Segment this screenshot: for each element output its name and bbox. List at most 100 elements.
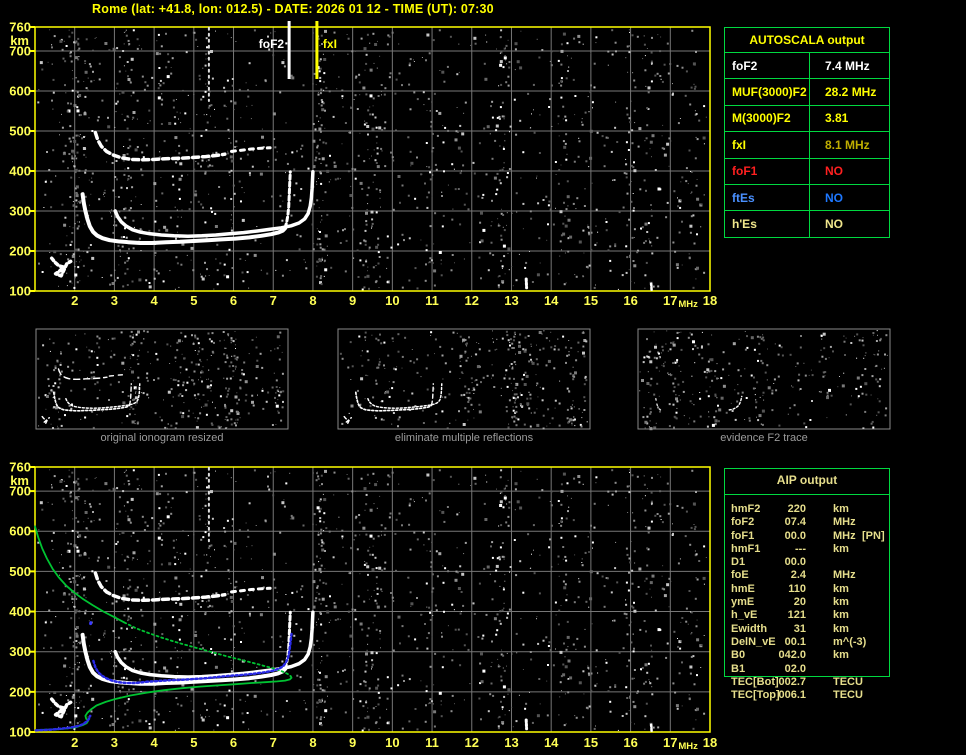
tick-label: km bbox=[10, 33, 29, 48]
aip-row-TEC[Bot]: TEC[Bot] 002.7 TECU bbox=[724, 676, 899, 689]
tick-label: 400 bbox=[9, 164, 31, 179]
aip-label: foF2 bbox=[731, 516, 755, 529]
aip-row-hmF1: hmF1 --- km bbox=[724, 543, 899, 556]
tick-label: 400 bbox=[9, 604, 31, 619]
tick-label: 100 bbox=[9, 284, 31, 299]
tick-label: 5 bbox=[190, 293, 197, 308]
aip-label: hmE bbox=[731, 582, 755, 595]
tick-label: 9 bbox=[349, 735, 356, 750]
aip-label: D1 bbox=[731, 556, 746, 569]
tick-label: 3 bbox=[111, 735, 118, 750]
aip-unit: TECU bbox=[833, 675, 863, 688]
aip-value: 121 bbox=[787, 609, 806, 622]
aip-value: 00.0 bbox=[784, 529, 806, 542]
tick-label: 17 bbox=[663, 735, 677, 750]
parameter-value: 3.81 bbox=[825, 111, 849, 126]
aip-unit: km bbox=[833, 609, 849, 622]
noise-speckles bbox=[639, 330, 888, 431]
tick-label: 4 bbox=[151, 735, 159, 750]
tick-label: 14 bbox=[544, 735, 559, 750]
evidence-left-dots bbox=[655, 398, 665, 412]
aip-unit: MHz bbox=[833, 516, 856, 529]
thumbnail-border bbox=[337, 328, 591, 430]
tick-label: 7 bbox=[270, 735, 277, 750]
tick-label: 12 bbox=[465, 293, 479, 308]
tick-label: 600 bbox=[9, 524, 31, 539]
aip-value: 042.0 bbox=[778, 649, 806, 662]
f2-o-cusp bbox=[283, 170, 292, 230]
aip-unit: m^(-3) bbox=[833, 635, 867, 648]
autoscala-output-table: AUTOSCALA output foF2 7.4 MHz MUF(3000)F2 2… bbox=[724, 27, 890, 238]
autoscala-row-fxI: fxI 8.1 MHz bbox=[725, 132, 889, 159]
tick-label: 11 bbox=[425, 293, 439, 308]
tick-label: 200 bbox=[9, 244, 31, 259]
autoscala-screen: { "title": "Rome (lat: +41.8, lon: 012.5… bbox=[0, 0, 966, 755]
tick-label: 6 bbox=[230, 293, 237, 308]
f2-second-hop-right bbox=[230, 586, 272, 594]
profile-mid bbox=[123, 621, 292, 678]
marker-label-foF2: foF2 bbox=[259, 37, 285, 51]
es-patch bbox=[41, 415, 51, 424]
tick-label: 13 bbox=[504, 735, 518, 750]
tick-label: 8 bbox=[309, 293, 316, 308]
parameter-name: foF1 bbox=[725, 158, 810, 184]
autoscala-row-foF2: foF2 7.4 MHz bbox=[725, 53, 889, 80]
tick-label: 12 bbox=[465, 735, 479, 750]
tick-label: 17 bbox=[663, 293, 677, 308]
aip-unit: km bbox=[833, 649, 849, 662]
tick-label: 13 bbox=[504, 293, 518, 308]
aip-row-ymE: ymE 20 km bbox=[724, 596, 899, 609]
axis-labels: 2 3 4 5 6 7 8 9 10 11 12 13 14 15 16 17 18MHz76070060050… bbox=[9, 20, 717, 311]
parameter-name: M(3000)F2 bbox=[725, 105, 810, 132]
tick-label: 9 bbox=[349, 293, 356, 308]
tick-label: 8 bbox=[309, 735, 316, 750]
marker-foF2: foF2 bbox=[259, 21, 291, 79]
aip-row-foE: foE 2.4 MHz bbox=[724, 569, 899, 582]
tick-label: 500 bbox=[9, 124, 31, 139]
aip-label: B1 bbox=[731, 662, 746, 675]
tick-label: 2 bbox=[71, 293, 78, 308]
axis-labels: 2 3 4 5 6 7 8 9 10 11 12 13 14 15 16 17 18MHz76070060050… bbox=[9, 460, 717, 753]
f2-second-hop-right bbox=[230, 146, 272, 153]
parameter-value: 7.4 MHz bbox=[825, 58, 870, 73]
tick-label: 300 bbox=[9, 204, 31, 219]
aip-row-foF1: foF1 00.0 MHz [PN] bbox=[724, 530, 899, 543]
aip-value: 002.7 bbox=[778, 675, 806, 688]
tick-label: 100 bbox=[9, 725, 31, 740]
aip-value: 00.0 bbox=[784, 556, 806, 569]
autoscala-table-header: AUTOSCALA output bbox=[725, 28, 889, 53]
f2-x-trace bbox=[367, 383, 443, 409]
tick-label: 14 bbox=[544, 293, 559, 308]
aip-label: ymE bbox=[731, 596, 755, 609]
scaled-trace-e bbox=[34, 714, 92, 732]
parameter-value: NO bbox=[825, 190, 843, 205]
f2-x-trace bbox=[113, 610, 315, 679]
thumbnail-label-eliminate: eliminate multiple reflections bbox=[394, 432, 534, 444]
aip-unit: km bbox=[833, 503, 849, 515]
f2-o-cusp bbox=[430, 383, 434, 406]
tick-label: 18 bbox=[703, 293, 717, 308]
aip-value: 02.0 bbox=[784, 662, 806, 675]
aip-unit: MHz bbox=[833, 529, 856, 542]
thumbnail-label-evidence: evidence F2 trace bbox=[720, 432, 808, 444]
tick-label: 16 bbox=[623, 735, 637, 750]
aip-row-hmF2: hmF2 220 km bbox=[724, 503, 899, 516]
ionogram-chart-top: foF2 fxI2 3 4 5 6 7 8 9 10 11 12 13 14 15 16 17 18MHz7607… bbox=[9, 20, 717, 311]
aip-value: 2.4 bbox=[790, 569, 806, 582]
autoscala-row-foF1: foF1 NO bbox=[725, 158, 889, 185]
aip-unit: MHz bbox=[833, 569, 856, 582]
parameter-name: fxI bbox=[725, 132, 810, 158]
aip-unit: km bbox=[833, 582, 849, 595]
tick-label: 7 bbox=[270, 293, 277, 308]
tick-label: km bbox=[10, 473, 29, 488]
aip-value: 110 bbox=[788, 582, 806, 595]
es-patch bbox=[49, 697, 73, 719]
aip-table-rows: hmF2 220 km foF2 07.4 MHz foF1 00.0 MHz [PN] hmF1-… bbox=[724, 503, 899, 702]
parameter-name: MUF(3000)F2 bbox=[725, 79, 810, 105]
aip-unit: km bbox=[833, 622, 849, 635]
parameter-value: NO bbox=[825, 217, 843, 232]
tick-label: 300 bbox=[9, 644, 31, 659]
autoscala-table-rows: foF2 7.4 MHz MUF(3000)F2 28.2 MHz M(3000)F2 3… bbox=[725, 53, 889, 237]
noise-speckles bbox=[339, 330, 588, 430]
aip-table-header: AIP output bbox=[776, 473, 838, 487]
